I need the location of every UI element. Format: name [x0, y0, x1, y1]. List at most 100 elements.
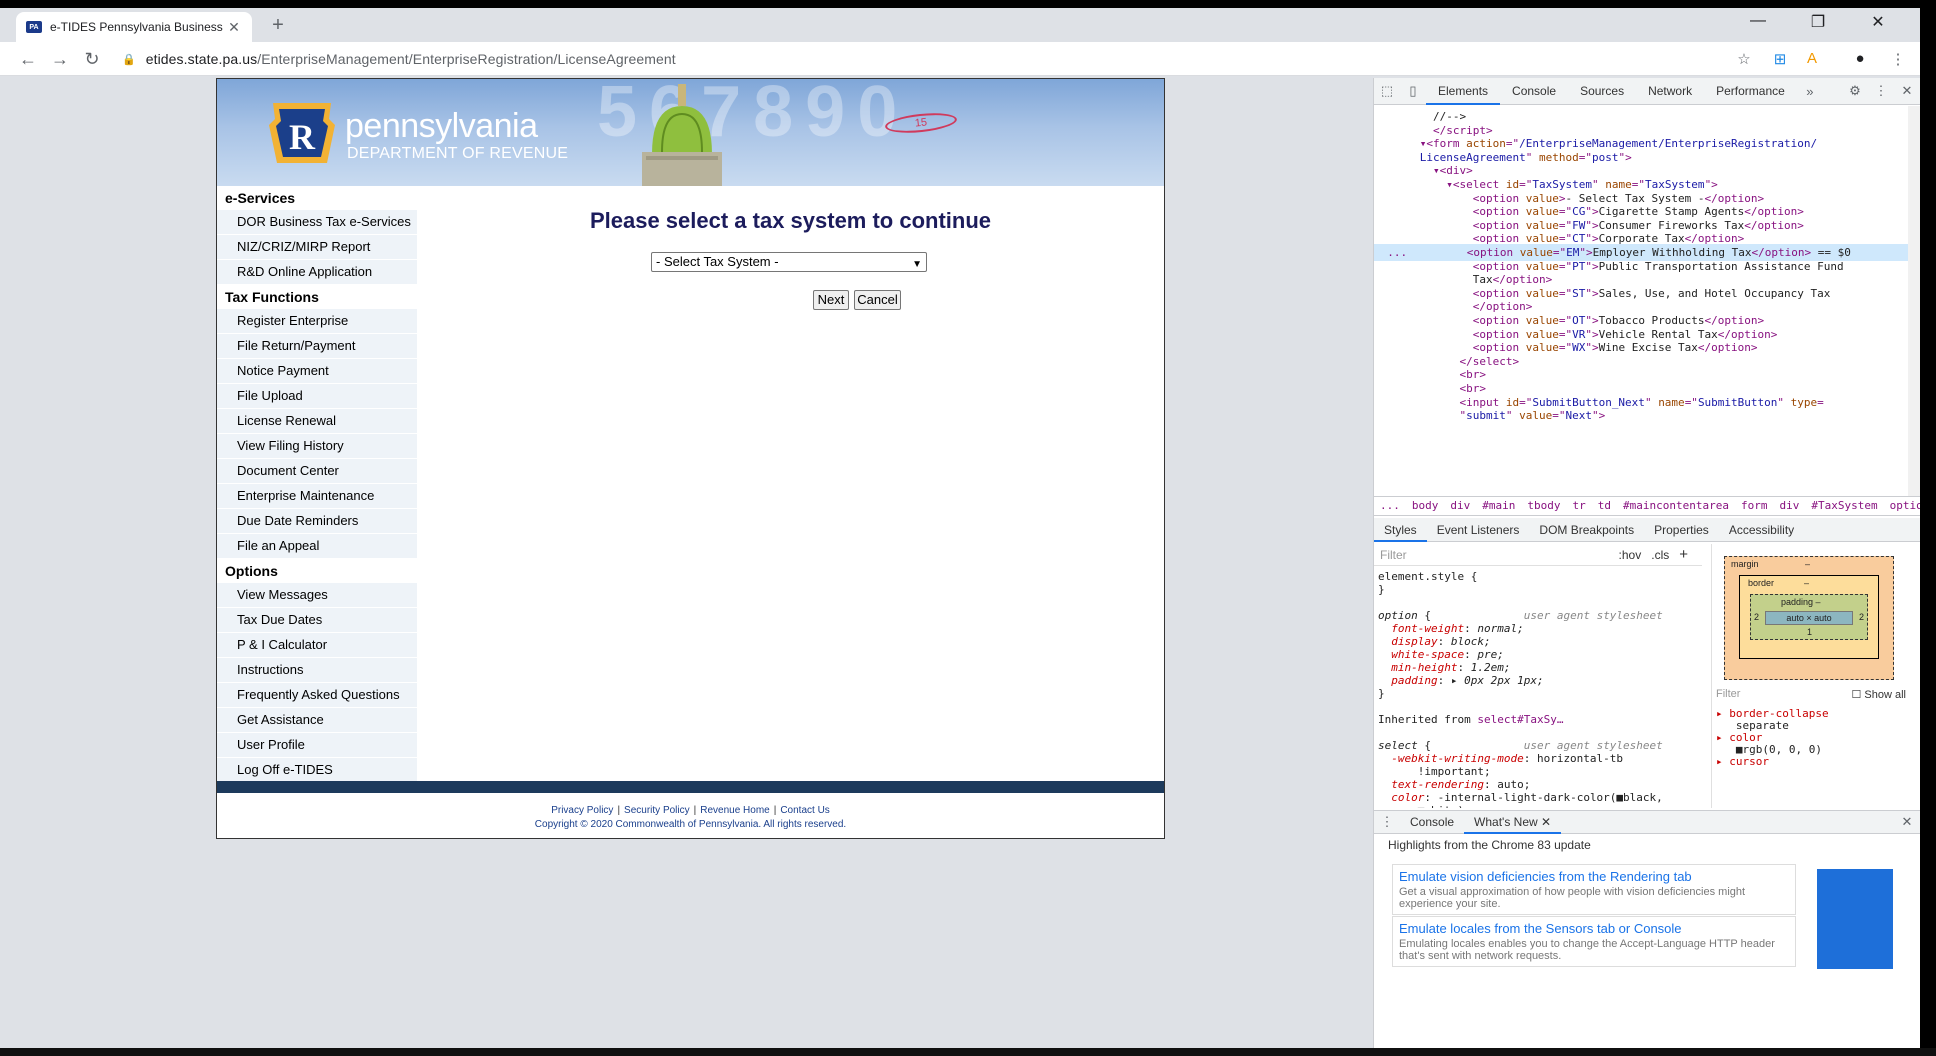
style-line: select { user agent stylesheet — [1378, 739, 1663, 752]
tab-network[interactable]: Network — [1636, 78, 1704, 105]
revenue-home-link[interactable]: Revenue Home — [700, 805, 769, 816]
nav-item[interactable]: Register Enterprise — [217, 309, 417, 334]
nav-item[interactable]: Tax Due Dates — [217, 608, 417, 633]
hov-toggle[interactable]: :hov — [1619, 548, 1642, 562]
cls-toggle[interactable]: .cls — [1651, 548, 1669, 562]
styles-filter-input[interactable]: Filter — [1380, 548, 1619, 562]
breadcrumb-item[interactable]: ... — [1380, 499, 1400, 512]
breadcrumb-item[interactable]: tr — [1573, 499, 1586, 512]
close-tab-icon[interactable]: ✕ — [226, 19, 242, 36]
copyright: Copyright © 2020 Commonwealth of Pennsyl… — [534, 819, 847, 830]
devtools-tabbar: ⬚ ▯ Elements Console Sources Network Per… — [1374, 78, 1920, 105]
nav-item[interactable]: License Renewal — [217, 409, 417, 434]
minimize-icon[interactable]: — — [1738, 12, 1778, 30]
breadcrumb-item[interactable]: div — [1450, 499, 1470, 512]
tab-sources[interactable]: Sources — [1568, 78, 1636, 105]
nav-item[interactable]: File Return/Payment — [217, 334, 417, 359]
capitol-dome-image — [642, 84, 722, 186]
drawer-menu-icon[interactable]: ⋮ — [1374, 814, 1400, 830]
breadcrumb-item[interactable]: option — [1890, 499, 1920, 512]
nav-item[interactable]: User Profile — [217, 733, 417, 758]
settings-gear-icon[interactable]: ⚙ — [1842, 83, 1868, 99]
nav-item[interactable]: Frequently Asked Questions — [217, 683, 417, 708]
tab-accessibility[interactable]: Accessibility — [1719, 518, 1804, 542]
nav-item[interactable]: Document Center — [217, 459, 417, 484]
nav-item[interactable]: NIZ/CRIZ/MIRP Report — [217, 235, 417, 260]
nav-item[interactable]: View Filing History — [217, 434, 417, 459]
next-button[interactable]: Next — [813, 290, 849, 310]
nav-item[interactable]: Get Assistance — [217, 708, 417, 733]
close-devtools-icon[interactable]: ✕ — [1894, 83, 1920, 99]
contact-us-link[interactable]: Contact Us — [780, 805, 829, 816]
breadcrumb-item[interactable]: #main — [1482, 499, 1515, 512]
nav-item[interactable]: Notice Payment — [217, 359, 417, 384]
breadcrumb-item[interactable]: #maincontentarea — [1623, 499, 1729, 512]
breadcrumb-item[interactable]: #TaxSystem — [1811, 499, 1877, 512]
nav-item[interactable]: P & I Calculator — [217, 633, 417, 658]
style-line: option { user agent stylesheet — [1378, 609, 1663, 622]
profile-avatar-icon[interactable]: ● — [1850, 50, 1870, 67]
tab-console[interactable]: Console — [1500, 78, 1568, 105]
address-bar[interactable]: 🔒 etides.state.pa.us/EnterpriseManagemen… — [116, 46, 1766, 72]
nav-item[interactable]: R&D Online Application — [217, 260, 417, 285]
style-line: font-weight: normal; — [1391, 622, 1524, 635]
computed-filter-input[interactable]: Filter — [1716, 688, 1852, 701]
new-tab-icon[interactable]: + — [266, 14, 290, 37]
elements-scrollbar[interactable] — [1908, 106, 1920, 496]
svg-text:R: R — [289, 117, 316, 157]
restore-icon[interactable]: ❐ — [1798, 12, 1838, 32]
breadcrumb-item[interactable]: form — [1741, 499, 1768, 512]
acrobat-extension-icon[interactable]: A — [1802, 50, 1822, 67]
elements-dom-tree: //--> </script> ▾<form action="/Enterpri… — [1374, 106, 1909, 478]
drawer-tab-whats-new[interactable]: What's New ✕ — [1464, 810, 1562, 834]
devtools-menu-icon[interactable]: ⋮ — [1868, 83, 1894, 99]
close-drawer-icon[interactable]: ✕ — [1894, 814, 1920, 830]
tab-styles[interactable]: Styles — [1374, 518, 1427, 542]
nav-item[interactable]: Instructions — [217, 658, 417, 683]
tab-properties[interactable]: Properties — [1644, 518, 1719, 542]
privacy-policy-link[interactable]: Privacy Policy — [551, 805, 613, 816]
browser-menu-icon[interactable]: ⋮ — [1888, 50, 1908, 68]
windows-extension-icon[interactable]: ⊞ — [1770, 50, 1790, 68]
tab-performance[interactable]: Performance — [1704, 78, 1797, 105]
tab-elements[interactable]: Elements — [1426, 78, 1501, 105]
whats-new-drawer: Highlights from the Chrome 83 update Emu… — [1374, 834, 1920, 1048]
box-model-diagram: margin – border – padding – 2 auto × aut… — [1711, 544, 1909, 808]
tax-system-select[interactable]: - Select Tax System - ▼ — [651, 252, 927, 272]
computed-property[interactable]: ▸ cursor — [1716, 756, 1906, 768]
more-tabs-icon[interactable]: » — [1797, 84, 1823, 99]
breadcrumb-item[interactable]: td — [1598, 499, 1611, 512]
new-style-rule-icon[interactable]: + — [1679, 546, 1688, 563]
breadcrumb-item[interactable]: tbody — [1527, 499, 1560, 512]
device-toolbar-icon[interactable]: ▯ — [1400, 83, 1426, 99]
drawer-tab-console[interactable]: Console — [1400, 810, 1464, 834]
dom-node[interactable]: "submit" value="Next"> — [1380, 407, 1605, 424]
nav-section-heading: Tax Functions — [225, 289, 319, 305]
nav-item[interactable]: File an Appeal — [217, 534, 417, 559]
close-window-icon[interactable]: ✕ — [1858, 12, 1898, 32]
card-title: Emulate vision deficiencies from the Ren… — [1399, 869, 1692, 884]
browser-tab[interactable]: PA e-TIDES Pennsylvania Business Ta ✕ — [16, 12, 252, 42]
nav-item[interactable]: DOR Business Tax e-Services — [217, 210, 417, 235]
inspect-element-icon[interactable]: ⬚ — [1374, 83, 1400, 99]
nav-item[interactable]: Log Off e-TIDES — [217, 758, 417, 783]
reload-icon[interactable]: ↻ — [80, 48, 104, 70]
nav-item[interactable]: View Messages — [217, 583, 417, 608]
nav-item[interactable]: Due Date Reminders — [217, 509, 417, 534]
forward-icon[interactable]: → — [48, 48, 72, 70]
breadcrumb-item[interactable]: body — [1412, 499, 1439, 512]
page-viewport: 567890 15 R pennsylvania DEPARTMENT OF R… — [0, 78, 1366, 1048]
security-policy-link[interactable]: Security Policy — [624, 805, 690, 816]
tab-event-listeners[interactable]: Event Listeners — [1427, 518, 1530, 542]
cancel-button[interactable]: Cancel — [854, 290, 901, 310]
breadcrumb-item[interactable]: div — [1779, 499, 1799, 512]
nav-item[interactable]: Enterprise Maintenance — [217, 484, 417, 509]
bookmark-star-icon[interactable]: ☆ — [1734, 50, 1754, 68]
back-icon[interactable]: ← — [16, 48, 40, 70]
whats-new-card-vision[interactable]: Emulate vision deficiencies from the Ren… — [1392, 864, 1796, 915]
nav-item[interactable]: File Upload — [217, 384, 417, 409]
whats-new-card-locales[interactable]: Emulate locales from the Sensors tab or … — [1392, 916, 1796, 967]
tab-dom-breakpoints[interactable]: DOM Breakpoints — [1529, 518, 1644, 542]
show-all-checkbox[interactable]: ☐ Show all — [1852, 688, 1907, 701]
computed-properties: ▸ border-collapse separate ▸ color ■rgb(0… — [1716, 708, 1906, 768]
